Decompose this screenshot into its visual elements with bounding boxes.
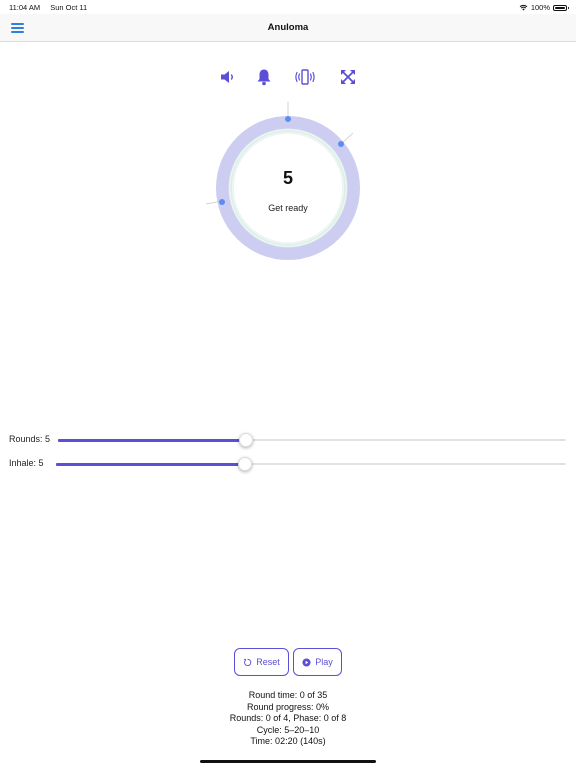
inhale-slider-fill <box>56 462 245 466</box>
reset-button[interactable]: Reset <box>234 648 289 676</box>
home-indicator <box>200 760 376 763</box>
battery-percent: 100% <box>530 3 550 12</box>
round-progress-text: Round progress: 0% <box>246 701 330 712</box>
speaker-icon[interactable] <box>217 66 239 88</box>
rounds-slider-thumb[interactable] <box>238 433 253 447</box>
rounds-phase-text: Rounds: 0 of 4, Phase: 0 of 8 <box>229 713 347 723</box>
inhale-slider-thumb[interactable] <box>237 457 252 471</box>
phase-marker-dot <box>285 116 291 122</box>
vibrate-icon[interactable] <box>294 66 316 88</box>
page-title: Anuloma <box>267 22 309 33</box>
status-bar: 11:04 AM Sun Oct 11 100% <box>0 0 576 14</box>
play-icon <box>302 657 311 667</box>
rounds-slider-fill <box>58 438 246 442</box>
round-time-text: Round time: 0 of 35 <box>248 690 328 700</box>
reset-icon <box>243 658 252 666</box>
inhale-label: Inhale: 5 <box>9 458 44 468</box>
navigation-bar: Anuloma <box>0 14 576 42</box>
play-button[interactable]: Play <box>293 648 342 676</box>
reset-label: Reset <box>256 657 280 667</box>
fullscreen-icon[interactable] <box>337 66 359 88</box>
battery-icon <box>553 4 569 11</box>
inhale-slider-row: Inhale: 5 <box>0 457 576 471</box>
rounds-slider-row: Rounds: 5 <box>0 433 576 447</box>
wifi-icon <box>519 4 528 11</box>
total-time-text: Time: 02:20 (140s) <box>250 736 326 746</box>
play-label: Play <box>315 657 333 667</box>
session-stats: Round time: 0 of 35 Round progress: 0% R… <box>0 690 576 748</box>
phase-marker-dot <box>338 141 344 147</box>
control-toolbar <box>0 66 576 88</box>
bell-icon[interactable] <box>253 66 275 88</box>
phase-label: Get ready <box>268 203 308 213</box>
rounds-label: Rounds: 5 <box>9 434 51 444</box>
countdown-number: 5 <box>282 168 293 188</box>
status-time: 11:04 AM <box>9 3 41 12</box>
status-date: Sun Oct 11 <box>50 3 88 12</box>
cycle-text: Cycle: 5–20–10 <box>256 724 320 735</box>
